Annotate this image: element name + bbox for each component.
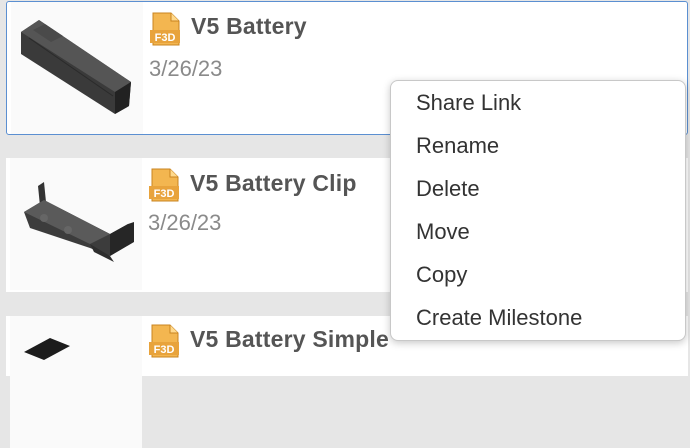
svg-text:F3D: F3D	[155, 32, 176, 44]
file-date: 3/26/23	[149, 56, 223, 81]
file-thumbnail[interactable]	[10, 316, 142, 448]
menu-item-share-link[interactable]: Share Link	[416, 90, 521, 116]
file-title[interactable]: V5 Battery Simple	[190, 326, 389, 353]
f3d-file-icon: F3D	[149, 12, 183, 46]
f3d-file-icon: F3D	[148, 168, 182, 202]
file-title[interactable]: V5 Battery	[191, 13, 307, 40]
menu-item-copy[interactable]: Copy	[416, 262, 467, 288]
file-thumbnail[interactable]	[10, 158, 142, 290]
menu-item-create-milestone[interactable]: Create Milestone	[416, 305, 582, 331]
file-title[interactable]: V5 Battery Clip	[190, 170, 357, 197]
svg-text:F3D: F3D	[154, 344, 175, 356]
context-menu: Share Link Rename Delete Move Copy Creat…	[390, 80, 686, 341]
file-thumbnail[interactable]	[11, 2, 143, 134]
menu-item-move[interactable]: Move	[416, 219, 470, 245]
file-date: 3/26/23	[148, 210, 222, 235]
menu-item-delete[interactable]: Delete	[416, 176, 480, 202]
f3d-file-icon: F3D	[148, 324, 182, 358]
svg-text:F3D: F3D	[154, 188, 175, 200]
menu-item-rename[interactable]: Rename	[416, 133, 499, 159]
